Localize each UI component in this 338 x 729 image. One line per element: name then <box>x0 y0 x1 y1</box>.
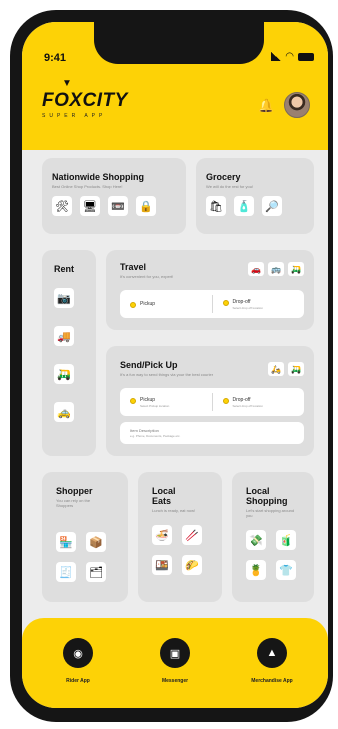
pin-icon <box>130 301 136 308</box>
field-hint: e.g. Phone, Documents, Package etc. <box>130 434 181 438</box>
pineapple-icon[interactable]: 🍍 <box>246 560 266 580</box>
brand-name: FOXCITY <box>42 90 128 111</box>
shopper-card[interactable]: Shopper You can rely on the Shoppers 🏪 📦… <box>42 472 128 602</box>
card-title-line2: Shopping <box>246 496 288 506</box>
shirt-icon[interactable]: 👕 <box>276 560 296 580</box>
nav-messenger[interactable]: ▣ Messenger <box>135 638 215 684</box>
item-description-field[interactable]: Item Description e.g. Phone, Documents, … <box>120 422 304 444</box>
nav-rider-app[interactable]: ◉ Rider App <box>38 638 118 684</box>
money-icon[interactable]: 💸 <box>246 530 266 550</box>
camera-icon[interactable]: 📷 <box>54 288 74 308</box>
card-subtitle: Lunch is ready, eat now! <box>152 508 196 513</box>
field-hint: Select Pickup location <box>140 403 170 408</box>
package-icon[interactable]: 📦 <box>86 532 106 552</box>
card-subtitle: Let's start shopping around you <box>246 508 295 518</box>
tricycle-icon[interactable]: 🛺 <box>288 262 304 276</box>
lock-icon[interactable]: 🔒 <box>136 196 156 216</box>
send-location-picker[interactable]: Pickup Select Pickup location Drop-off S… <box>120 388 304 416</box>
taco-icon[interactable]: 🌮 <box>182 555 202 575</box>
nationwide-shopping-card[interactable]: Nationwide Shopping Best Online Shop Pro… <box>42 158 186 234</box>
battery-icon <box>298 52 314 61</box>
card-subtitle: We will do the rest for you! <box>206 184 254 189</box>
nav-label: Messenger <box>161 678 189 684</box>
nav-merchandise-app[interactable]: ▲ Merchandise App <box>232 638 312 684</box>
card-title-line1: Local <box>152 486 176 496</box>
card-title: Nationwide Shopping <box>52 172 144 182</box>
store-icon[interactable]: 🏪 <box>56 532 76 552</box>
card-title-line2: Eats <box>152 496 172 506</box>
tools-icon[interactable]: 🛠 <box>52 196 72 216</box>
send-dropoff-field[interactable]: Drop-off Select drop off location <box>213 397 305 408</box>
field-label: Drop-off <box>232 298 251 305</box>
notification-bell-icon[interactable]: 🔔 <box>258 98 274 114</box>
chopsticks-icon[interactable]: 🥢 <box>182 525 202 545</box>
monitor-icon[interactable]: 🖥 <box>80 196 100 216</box>
travel-dropoff-field[interactable]: Drop-off Select drop off location <box>213 299 305 310</box>
grocery-card[interactable]: Grocery We will do the rest for you! 🛍 🧴… <box>196 158 314 234</box>
brand-logo: ▼ FOXCITY SUPER APP <box>42 78 128 119</box>
fox-logo-icon: ▼ <box>62 78 72 89</box>
pin-icon <box>222 299 229 306</box>
rider-icon[interactable]: ◉ <box>63 638 93 668</box>
field-hint: Select drop off location <box>232 305 263 310</box>
car-icon[interactable]: 🚗 <box>248 262 264 276</box>
juice-icon[interactable]: 🧃 <box>276 530 296 550</box>
travel-pickup-field[interactable]: Pickup <box>120 301 212 308</box>
tape-icon[interactable]: 📼 <box>108 196 128 216</box>
tricycle-icon[interactable]: 🛺 <box>288 362 304 376</box>
card-title: Shopper <box>56 486 93 496</box>
brand-tagline: SUPER APP <box>42 113 107 119</box>
field-hint: Select drop off location <box>232 403 263 408</box>
status-time: 9:41 <box>44 52 67 64</box>
bus-icon[interactable]: 🚌 <box>268 262 284 276</box>
magnifier-icon[interactable]: 🔎 <box>262 196 282 216</box>
truck-icon[interactable]: 🚚 <box>54 326 74 346</box>
card-title: Grocery <box>206 172 241 182</box>
nav-label: Merchandise App <box>251 678 293 684</box>
tricycle-icon[interactable]: 🛺 <box>54 364 74 384</box>
avatar[interactable] <box>284 92 310 118</box>
signal-icon <box>271 52 282 61</box>
local-eats-card[interactable]: Local Eats Lunch is ready, eat now! 🍜 🥢 … <box>138 472 222 602</box>
card-subtitle: Best Online Shop Products. Shop Here! <box>52 184 123 189</box>
field-label: Item Description <box>130 428 159 433</box>
travel-location-picker[interactable]: Pickup Drop-off Select drop off location <box>120 290 304 318</box>
local-shopping-card[interactable]: Local Shopping Let's start shopping arou… <box>232 472 314 602</box>
chat-icon[interactable]: ▣ <box>160 638 190 668</box>
pin-icon <box>130 397 136 404</box>
travel-card[interactable]: Travel It's convenient for you, expert! … <box>106 250 314 330</box>
pin-icon <box>222 397 229 404</box>
folder-icon[interactable]: 🗂 <box>86 562 106 582</box>
grocery-bag-icon[interactable]: 🛍 <box>206 196 226 216</box>
nav-label: Rider App <box>66 678 90 684</box>
card-subtitle: You can rely on the Shoppers <box>56 498 91 508</box>
card-title: Rent <box>54 264 74 274</box>
field-label: Drop-off <box>232 396 251 403</box>
status-icons: ◠ <box>271 51 314 62</box>
bento-icon[interactable]: 🍱 <box>152 555 172 575</box>
bottom-nav: ◉ Rider App ▣ Messenger ▲ Merchandise Ap… <box>22 618 328 708</box>
rent-card[interactable]: Rent 📷 🚚 🛺 🚕 <box>42 250 96 456</box>
card-title-line1: Local <box>246 486 270 496</box>
bottle-icon[interactable]: 🧴 <box>234 196 254 216</box>
scooter-icon[interactable]: 🛵 <box>268 362 284 376</box>
send-pickup-field[interactable]: Pickup Select Pickup location <box>120 397 212 408</box>
car-icon[interactable]: 🚕 <box>54 402 74 422</box>
bowl-icon[interactable]: 🍜 <box>152 525 172 545</box>
field-label: Pickup <box>140 300 156 307</box>
app-screen: 9:41 ◠ ▼ FOXCITY SUPER APP 🔔 Nationwide … <box>22 22 328 708</box>
wifi-icon: ◠ <box>285 51 294 62</box>
send-pickup-card[interactable]: Send/Pick Up It's a fun way to send thin… <box>106 346 314 456</box>
bag-icon[interactable]: ▲ <box>257 638 287 668</box>
field-label: Pickup <box>140 396 156 403</box>
receipt-icon[interactable]: 🧾 <box>56 562 76 582</box>
phone-notch <box>94 22 264 64</box>
